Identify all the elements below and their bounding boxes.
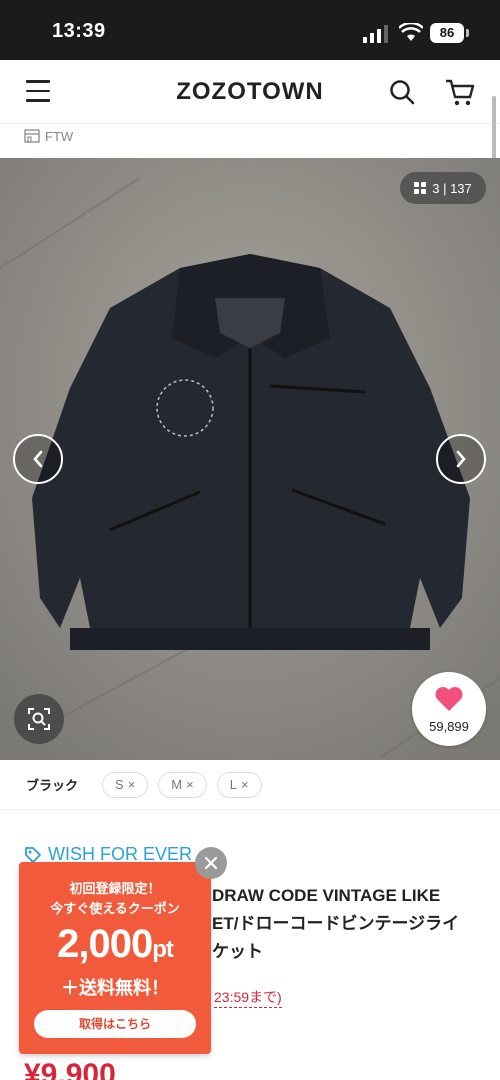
coupon-line-1: 初回登録限定！ [69, 881, 161, 896]
shop-name: FTW [45, 128, 74, 144]
zoom-search-icon [28, 708, 50, 730]
coupon-popup[interactable]: 初回登録限定！ 今すぐ使えるクーポン 2,000pt ＋送料無料！ 取得はこちら [19, 862, 211, 1054]
battery-tip [466, 29, 469, 37]
coupon-close-button[interactable] [195, 847, 227, 879]
next-image-button[interactable] [436, 434, 486, 484]
image-search-button[interactable] [14, 694, 64, 744]
search-icon[interactable] [388, 78, 416, 106]
tag-icon [25, 846, 41, 863]
product-title: DRAW CODE VINTAGE LIKE ET/ドローコードビンテージライ … [212, 882, 482, 966]
product-price: ¥9,900 [24, 1058, 116, 1080]
coupon-line-2: 今すぐ使えるクーポン [50, 901, 180, 916]
site-header: ZOZOTOWN [0, 60, 500, 124]
variant-row: ブラック S × M × L × [0, 760, 500, 810]
size-chip-l[interactable]: L × [216, 771, 262, 798]
prev-image-button[interactable] [13, 434, 63, 484]
coupon-amount-unit: pt [152, 936, 174, 963]
site-logo[interactable]: ZOZOTOWN [0, 78, 500, 106]
title-line: ET/ドローコードビンテージライ [212, 914, 460, 933]
jacket-photo [0, 158, 500, 760]
image-counter-text: 3 | 137 [432, 180, 472, 196]
color-label: ブラック [26, 778, 79, 793]
image-counter[interactable]: 3 | 137 [400, 172, 486, 204]
coupon-amount-value: 2,000 [57, 922, 153, 966]
signal-icon [363, 25, 388, 43]
coupon-amount: 2,000pt [19, 922, 211, 967]
battery-indicator: 86 [430, 23, 464, 43]
coupon-line-3: ＋送料無料！ [61, 978, 169, 998]
out-of-stock-mark: × [240, 777, 249, 792]
sale-period-link[interactable]: 23:59まで) [214, 987, 282, 1008]
heart-icon [435, 687, 463, 711]
chevron-left-icon [33, 450, 43, 468]
breadcrumb[interactable]: FTW [24, 126, 73, 146]
size-label: M [171, 777, 183, 792]
chevron-right-icon [456, 450, 466, 468]
cart-icon[interactable] [444, 77, 476, 107]
close-icon [204, 856, 218, 870]
status-time: 13:39 [52, 20, 106, 42]
status-bar: 13:39 86 [0, 0, 500, 60]
out-of-stock-mark: × [127, 777, 136, 792]
favorite-button[interactable]: 59,899 [412, 672, 486, 746]
store-icon [24, 129, 40, 143]
page-scrollbar[interactable] [492, 96, 496, 162]
size-label: S [115, 777, 124, 792]
size-chip-s[interactable]: S × [102, 771, 149, 798]
coupon-get-button[interactable]: 取得はこちら [34, 1010, 196, 1038]
size-chip-m[interactable]: M × [158, 771, 207, 798]
out-of-stock-mark: × [186, 777, 194, 792]
title-line: DRAW CODE VINTAGE LIKE [212, 886, 441, 905]
favorite-count: 59,899 [429, 719, 469, 734]
size-label: L [229, 777, 237, 792]
wifi-icon [399, 23, 423, 41]
product-image[interactable] [0, 158, 500, 760]
title-line: ケット [212, 942, 263, 961]
grid-icon [414, 182, 427, 194]
